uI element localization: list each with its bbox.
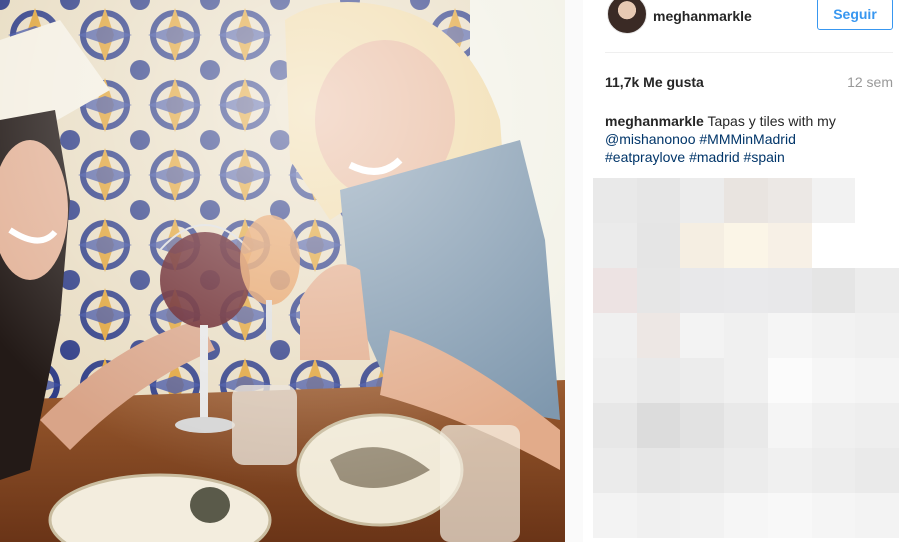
blurred-comment-cell [593,178,637,223]
hashtag-link[interactable]: #madrid [689,149,740,165]
blurred-comment-cell [636,223,681,268]
blurred-comment-cell [680,178,725,223]
blurred-comment-cell [680,268,725,313]
photo-illustration [0,0,565,542]
likes-count[interactable]: 11,7k Me gusta [605,74,704,90]
blurred-comment-cell [767,448,812,493]
blurred-comment-cell [767,358,812,403]
mention-link[interactable]: @mishanonoo [605,131,696,147]
blurred-comment-cell [855,178,899,223]
blurred-comment-cell [724,223,768,268]
blurred-comment-cell [855,448,899,493]
blurred-comment-cell [767,313,812,358]
blurred-comment-cell [680,358,725,403]
blurred-comment-cell [767,178,812,223]
blurred-comment-cell [855,358,899,403]
post-header: meghanmarkle Seguir [605,0,893,53]
blurred-comment-cell [811,223,856,268]
blurred-comment-cell [636,178,681,223]
blurred-comment-cell [724,448,768,493]
blurred-comment-cell [593,493,637,538]
username-link[interactable]: meghanmarkle [653,8,752,24]
caption-text: Tapas y tiles with my [707,113,836,129]
blurred-comment-cell [680,223,725,268]
post-sidebar: meghanmarkle Seguir 11,7k Me gusta 12 se… [583,0,908,542]
blurred-comment-cell [855,313,899,358]
blurred-comment-cell [724,313,768,358]
photo-panel [0,0,583,542]
blurred-comment-cell [636,313,681,358]
blurred-comment-cell [855,268,899,313]
blurred-comment-cell [593,448,637,493]
instagram-post-view: meghanmarkle Seguir 11,7k Me gusta 12 se… [0,0,908,542]
blurred-comment-cell [636,268,681,313]
blurred-comment-cell [680,448,725,493]
blurred-comment-cell [855,403,899,448]
blurred-comment-cell [724,178,768,223]
blurred-comment-cell [593,313,637,358]
blurred-comment-cell [636,493,681,538]
blurred-comment-cell [767,268,812,313]
post-photo[interactable] [0,0,565,542]
blurred-comment-cell [593,403,637,448]
follow-button[interactable]: Seguir [817,0,893,30]
blurred-comment-cell [811,313,856,358]
blurred-comment-cell [724,268,768,313]
blurred-comment-cell [636,448,681,493]
avatar[interactable] [607,0,647,34]
blurred-comment-cell [855,223,899,268]
blurred-comment-cell [767,403,812,448]
blurred-comment-cell [636,358,681,403]
blurred-comment-cell [811,268,856,313]
post-time[interactable]: 12 sem [847,74,893,90]
hashtag-link[interactable]: #eatpraylove [605,149,685,165]
blurred-comment-cell [680,403,725,448]
blurred-comment-cell [811,493,856,538]
blurred-comment-cell [680,493,725,538]
blurred-comment-cell [724,403,768,448]
blurred-comment-cell [811,358,856,403]
blurred-comment-cell [680,313,725,358]
blurred-comment-cell [811,403,856,448]
blurred-comment-cell [593,223,637,268]
blurred-comment-cell [636,403,681,448]
hashtag-link[interactable]: #MMMinMadrid [699,131,795,147]
caption-username[interactable]: meghanmarkle [605,113,704,129]
hashtag-link[interactable]: #spain [744,149,785,165]
blurred-comment-cell [811,448,856,493]
blurred-comment-cell [767,493,812,538]
blurred-comment-cell [855,493,899,538]
blurred-comments [593,178,899,542]
blurred-comment-cell [593,268,637,313]
blurred-comment-cell [724,358,768,403]
blurred-comment-cell [811,178,856,223]
blurred-comment-cell [593,358,637,403]
blurred-comment-cell [767,223,812,268]
likes-row: 11,7k Me gusta 12 sem [605,74,893,94]
blurred-comment-cell [724,493,768,538]
post-caption: meghanmarkle Tapas y tiles with my @mish… [605,112,875,166]
